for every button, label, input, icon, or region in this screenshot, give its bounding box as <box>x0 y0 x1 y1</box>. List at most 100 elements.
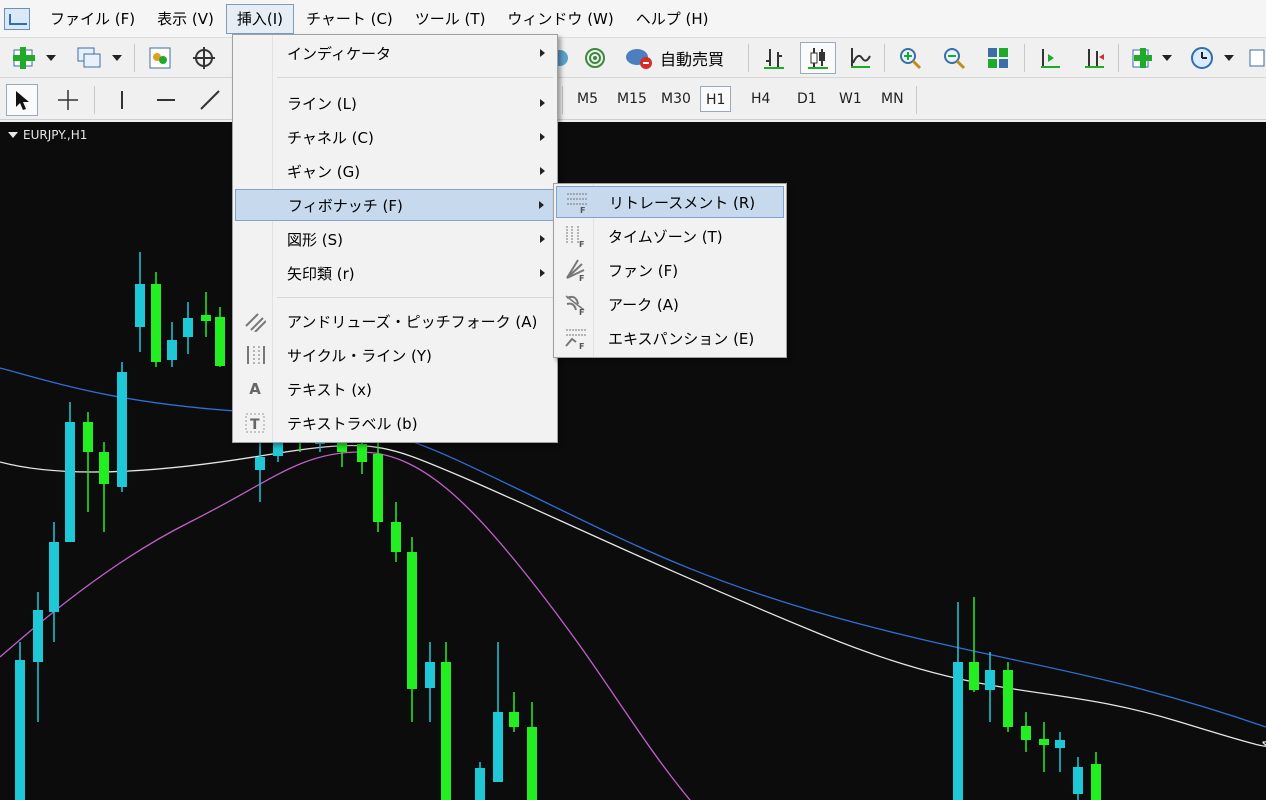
fibo-retracement-icon: F <box>565 190 589 214</box>
timeframe-w1[interactable]: W1 <box>834 86 867 112</box>
menu-item-fibo-timezones[interactable]: F タイムゾーン (T) <box>556 220 784 252</box>
menu-charts[interactable]: チャート (C) <box>296 4 403 34</box>
bearish-candle <box>65 422 75 542</box>
bearish-candle <box>475 768 485 800</box>
bullish-candle <box>441 662 451 800</box>
standard-toolbar: 自動売買 <box>0 38 1266 78</box>
chevron-down-icon[interactable] <box>1160 50 1174 66</box>
horizontal-line-icon[interactable] <box>150 86 182 114</box>
svg-text:T: T <box>250 417 260 433</box>
bearish-candle <box>49 542 59 612</box>
bullish-candle <box>1039 739 1049 745</box>
menu-item-cycle-lines[interactable]: サイクル・ライン (Y) <box>235 339 555 371</box>
bearish-candle <box>33 610 43 662</box>
svg-text:F: F <box>579 240 584 248</box>
bearish-candle <box>167 340 177 360</box>
submenu-arrow-icon <box>540 167 545 175</box>
crosshair-tool-icon[interactable] <box>52 86 84 114</box>
fibo-timezones-icon: F <box>564 224 588 248</box>
submenu-arrow-icon <box>540 99 545 107</box>
svg-text:F: F <box>579 274 584 282</box>
chevron-down-icon[interactable] <box>44 50 58 66</box>
timeframe-d1[interactable]: D1 <box>792 86 822 112</box>
timeframe-m5[interactable]: M5 <box>572 86 603 112</box>
trendline-icon[interactable] <box>194 86 226 114</box>
autotrading-button[interactable]: 自動売買 <box>624 42 724 74</box>
periods-clock-icon[interactable] <box>1186 44 1218 72</box>
bullish-candle <box>373 454 383 522</box>
bearish-candle <box>953 662 963 800</box>
autotrading-icon <box>626 49 652 69</box>
vertical-line-icon[interactable] <box>106 86 138 114</box>
crosshair-icon[interactable] <box>188 44 220 72</box>
moving-average-blue <box>0 367 1266 728</box>
timeframe-h1[interactable]: H1 <box>700 86 732 112</box>
app-logo-icon <box>4 7 30 30</box>
menu-item-indicators[interactable]: インディケータ <box>235 37 555 69</box>
templates-icon[interactable] <box>1246 44 1266 72</box>
tile-windows-icon[interactable] <box>982 44 1014 72</box>
menu-item-gann[interactable]: ギャン (G) <box>235 155 555 187</box>
chevron-down-icon[interactable] <box>110 50 124 66</box>
menu-item-lines[interactable]: ライン (L) <box>235 87 555 119</box>
menu-item-andrews-pitchfork[interactable]: アンドリューズ・ピッチフォーク (A) <box>235 305 555 337</box>
menu-insert[interactable]: 挿入(I) <box>225 3 294 34</box>
menu-item-fibo-fan[interactable]: F ファン (F) <box>556 254 784 286</box>
menu-window[interactable]: ウィンドウ (W) <box>497 4 623 34</box>
svg-text:F: F <box>580 206 585 214</box>
bullish-candle <box>509 712 519 727</box>
menu-tools[interactable]: ツール (T) <box>405 4 496 34</box>
menu-item-shapes[interactable]: 図形 (S) <box>235 223 555 255</box>
zoom-out-icon[interactable] <box>938 44 970 72</box>
bullish-candle <box>1003 670 1013 727</box>
bullish-candle <box>391 522 401 552</box>
line-chart-icon[interactable] <box>844 44 876 72</box>
bearish-candle <box>1055 740 1065 748</box>
autoscroll-icon[interactable] <box>1078 44 1110 72</box>
svg-text:F: F <box>579 308 584 316</box>
chevron-down-icon[interactable] <box>1222 50 1236 66</box>
menu-help[interactable]: ヘルプ (H) <box>626 4 719 34</box>
menu-view[interactable]: 表示 (V) <box>147 4 224 34</box>
menu-item-text[interactable]: A テキスト (x) <box>235 373 555 405</box>
timeframe-m30[interactable]: M30 <box>656 86 696 112</box>
timeframe-m15[interactable]: M15 <box>612 86 652 112</box>
profiles-icon[interactable] <box>72 44 106 72</box>
fibonacci-submenu: F リトレースメント (R) F タイムゾーン (T) F ファン (F) F … <box>553 183 787 358</box>
bearish-candle <box>135 284 145 327</box>
bullish-candle <box>1091 764 1101 800</box>
submenu-arrow-icon <box>540 269 545 277</box>
timeframe-h4[interactable]: H4 <box>746 86 775 112</box>
fibo-fan-icon: F <box>564 258 588 282</box>
bearish-candle <box>117 372 127 487</box>
bullish-candle <box>99 452 109 484</box>
submenu-arrow-icon <box>539 201 544 209</box>
menu-item-arrows[interactable]: 矢印類 (r) <box>235 257 555 289</box>
indicators-icon[interactable] <box>1126 44 1158 72</box>
pitchfork-icon <box>243 309 267 333</box>
candlestick-chart-icon[interactable] <box>800 42 836 74</box>
menu-item-fibonacci[interactable]: フィボナッチ (F) <box>235 189 555 221</box>
zoom-in-icon[interactable] <box>894 44 926 72</box>
menu-item-fibo-retracement[interactable]: F リトレースメント (R) <box>556 186 784 218</box>
bearish-candle <box>425 662 435 688</box>
signals-icon[interactable] <box>580 44 610 72</box>
new-chart-icon[interactable] <box>8 44 40 72</box>
bearish-candle <box>183 318 193 337</box>
menu-item-text-label[interactable]: T テキストラベル (b) <box>235 407 555 439</box>
bearish-candle <box>1073 767 1083 794</box>
timeframe-mn[interactable]: MN <box>876 86 909 112</box>
menu-item-channels[interactable]: チャネル (C) <box>235 121 555 153</box>
cursor-arrow-icon[interactable] <box>6 84 38 116</box>
chart-shift-icon[interactable] <box>1034 44 1066 72</box>
submenu-arrow-icon <box>540 133 545 141</box>
market-watch-icon[interactable] <box>144 44 176 72</box>
menu-item-fibo-expansion[interactable]: F エキスパンション (E) <box>556 322 784 354</box>
bar-chart-icon[interactable] <box>758 44 790 72</box>
menu-file[interactable]: ファイル (F) <box>40 4 145 34</box>
bullish-candle <box>151 284 161 362</box>
menu-item-fibo-arcs[interactable]: F アーク (A) <box>556 288 784 320</box>
bullish-candle <box>1021 726 1031 740</box>
bearish-candle <box>273 442 283 456</box>
bearish-candle <box>985 670 995 690</box>
